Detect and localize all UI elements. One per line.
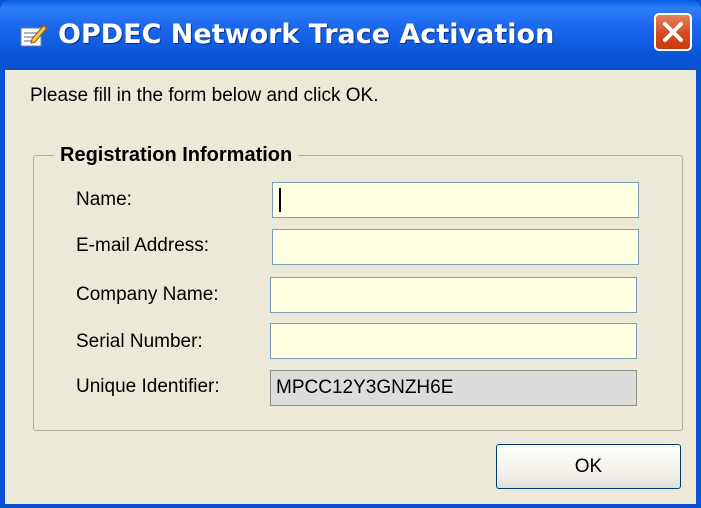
unique-identifier-field[interactable] [270,370,637,406]
dialog-window: OPDEC Network Trace Activation Please fi… [0,0,701,508]
window-title: OPDEC Network Trace Activation [58,19,555,50]
unique-id-label: Unique Identifier: [76,376,220,397]
title-bar[interactable]: OPDEC Network Trace Activation [0,0,701,70]
company-name-field[interactable] [270,277,637,313]
company-label: Company Name: [76,284,219,305]
email-label: E-mail Address: [76,235,210,256]
text-caret [279,188,281,212]
ok-button[interactable]: OK [496,444,681,489]
instruction-text: Please fill in the form below and click … [30,85,379,106]
close-button[interactable] [654,13,692,51]
name-label: Name: [76,189,132,210]
name-field[interactable] [272,182,639,218]
email-field[interactable] [272,229,639,265]
window-bottom-border [0,504,701,508]
groupbox-legend: Registration Information [54,143,299,167]
serial-label: Serial Number: [76,331,203,352]
serial-number-field[interactable] [270,323,637,359]
form-edit-icon [20,22,48,48]
